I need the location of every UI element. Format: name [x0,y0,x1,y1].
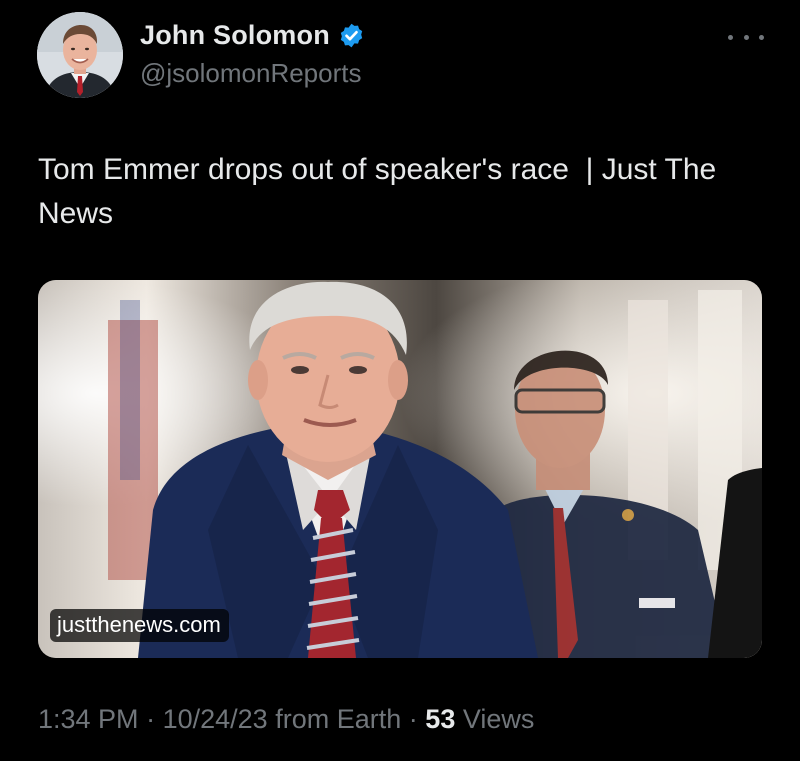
more-options-icon-dot [743,34,749,40]
more-options-button[interactable] [728,26,764,48]
tweet: John Solomon @jsolomonReports Tom Emmer … [0,0,800,761]
tweet-text: Tom Emmer drops out of speaker's race | … [38,153,725,230]
views-count[interactable]: 53 [425,704,455,734]
views-label[interactable]: Views [463,704,535,734]
verified-badge-icon [340,23,363,48]
tweet-source: from Earth [275,704,402,734]
author-display-name[interactable]: John Solomon [140,20,330,51]
link-source-badge[interactable]: justthenews.com [50,609,229,642]
meta-separator: · [146,704,156,734]
avatar[interactable] [37,12,123,98]
more-options-icon-dot [759,34,764,40]
meta-separator: · [408,704,418,734]
tweet-meta: 1:34 PM · 10/24/23 from Earth · 53 Views [38,704,534,735]
avatar-photo [37,12,123,98]
author-name-row[interactable]: John Solomon [140,20,365,51]
author-handle[interactable]: @jsolomonReports [140,58,361,89]
tweet-date[interactable]: 10/24/23 [163,704,268,734]
tweet-time[interactable]: 1:34 PM [38,704,139,734]
more-options-icon [728,34,733,40]
media-image[interactable]: justthenews.com [38,280,762,658]
media-photo [38,280,762,658]
